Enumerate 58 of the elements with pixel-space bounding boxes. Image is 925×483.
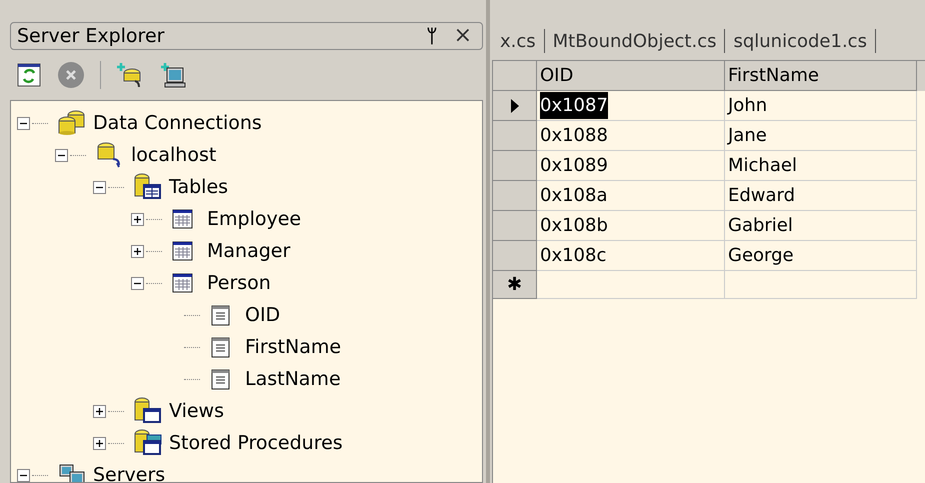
stop-icon[interactable] (56, 60, 86, 90)
tree-item[interactable]: Tables (169, 178, 228, 196)
table-cell[interactable]: George (728, 242, 794, 269)
tree-item[interactable]: FirstName (245, 338, 342, 356)
table-cell[interactable]: Michael (728, 152, 797, 179)
current-row-icon (510, 98, 520, 114)
column-header[interactable]: OID (537, 61, 725, 91)
table-grid-icon (171, 208, 195, 230)
column-header[interactable]: FirstName (725, 61, 917, 91)
document-tab[interactable]: sqlunicode1.cs (725, 28, 875, 54)
expand-icon[interactable] (131, 244, 144, 258)
database-plug-icon (95, 141, 123, 169)
tree-item[interactable]: Person (207, 274, 271, 292)
tree-item[interactable]: Stored Procedures (169, 434, 343, 452)
table-cell[interactable]: 0x108c (540, 242, 606, 269)
tree-item[interactable]: Employee (207, 210, 302, 228)
row-header[interactable] (493, 91, 537, 121)
panel-title: Server Explorer (17, 24, 166, 49)
tree-item[interactable]: OID (245, 306, 280, 324)
collapse-icon[interactable] (55, 148, 68, 162)
table-grid-icon (171, 272, 195, 294)
tree-item[interactable]: LastName (245, 370, 341, 388)
table-cell[interactable]: Edward (728, 182, 796, 209)
database-table-icon (133, 173, 163, 201)
table-cell[interactable]: Jane (728, 122, 767, 149)
tree-item[interactable]: Manager (207, 242, 290, 260)
expand-icon[interactable] (93, 404, 106, 418)
table-cell[interactable]: Gabriel (728, 212, 793, 239)
expand-icon[interactable] (93, 436, 106, 450)
collapse-icon[interactable] (93, 180, 106, 194)
table-cell[interactable]: John (728, 92, 768, 119)
computers-icon (57, 464, 87, 482)
new-row-marker: ✱ (493, 271, 537, 299)
table-cell[interactable]: 0x1089 (540, 152, 608, 179)
refresh-icon[interactable] (16, 62, 42, 88)
pin-button[interactable]: ᛘ (422, 22, 442, 50)
close-button[interactable]: × (450, 25, 476, 47)
add-server-icon[interactable] (159, 61, 187, 89)
tree-item[interactable]: localhost (131, 146, 216, 164)
new-row-cell[interactable] (537, 271, 725, 299)
database-windows-icon (133, 429, 163, 457)
collapse-icon[interactable] (17, 468, 30, 482)
table-cell[interactable]: 0x108a (540, 182, 608, 209)
collapse-icon[interactable] (17, 116, 30, 130)
expand-icon[interactable] (131, 212, 144, 226)
new-row-cell[interactable] (725, 271, 917, 299)
table-cell[interactable]: 0x1088 (540, 122, 608, 149)
database-window-icon (133, 397, 163, 425)
table-cell[interactable]: 0x1087 (540, 92, 608, 119)
tree-item[interactable]: Servers (93, 466, 166, 482)
table-cell[interactable]: 0x108b (540, 212, 608, 239)
document-tab[interactable]: x.cs (492, 28, 544, 54)
tree-item[interactable]: Views (169, 402, 224, 420)
tree-item[interactable]: Data Connections (93, 114, 262, 132)
table-grid-icon (171, 240, 195, 262)
database-cylinders-icon (57, 110, 87, 136)
document-tab[interactable]: MtBoundObject.cs (544, 28, 724, 54)
collapse-icon[interactable] (131, 276, 144, 290)
